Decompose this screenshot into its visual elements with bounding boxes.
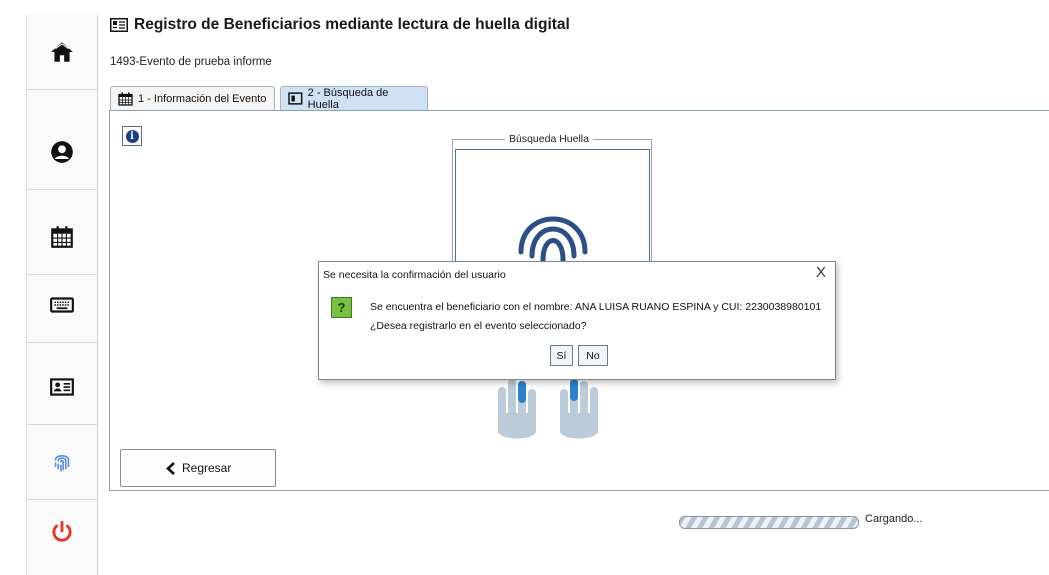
dialog-message-line2: ¿Desea registrarlo en el evento seleccio… bbox=[370, 320, 587, 332]
nav-power-button[interactable] bbox=[27, 495, 97, 569]
nav-fingerprint-button[interactable] bbox=[27, 425, 97, 500]
tab-informacion-evento[interactable]: 1 - Información del Evento bbox=[110, 86, 275, 110]
card-icon bbox=[288, 92, 303, 105]
nav-calendar-button[interactable] bbox=[27, 200, 97, 275]
fingerprint-icon bbox=[54, 454, 70, 472]
no-button[interactable]: No bbox=[578, 345, 608, 366]
power-icon bbox=[52, 520, 72, 542]
chevron-left-icon bbox=[166, 461, 175, 475]
back-button[interactable]: Regresar bbox=[120, 449, 276, 487]
nav-keyboard-button[interactable] bbox=[27, 268, 97, 343]
tab-label: 1 - Información del Evento bbox=[138, 92, 267, 105]
loading-text: Cargando... bbox=[865, 513, 923, 525]
nav-home-button[interactable] bbox=[27, 15, 97, 90]
home-icon bbox=[51, 42, 73, 62]
tab-label: 2 - Búsqueda de Huella bbox=[307, 86, 389, 111]
calendar-icon bbox=[51, 226, 73, 248]
fingerprint-legend: Búsqueda Huella bbox=[505, 133, 593, 145]
event-name: 1493-Evento de prueba informe bbox=[110, 56, 272, 68]
page-title: Registro de Beneficiarios mediante lectu… bbox=[110, 16, 570, 34]
info-button[interactable]: i bbox=[122, 126, 142, 146]
loading-progress-bar bbox=[679, 516, 859, 529]
id-card-icon bbox=[110, 18, 128, 32]
id-card-icon bbox=[50, 378, 74, 396]
hands-icon bbox=[498, 379, 598, 439]
question-icon: ? bbox=[331, 297, 352, 318]
sidebar bbox=[26, 15, 98, 575]
yes-button[interactable]: Sí bbox=[550, 345, 573, 366]
dialog-message-line1: Se encuentra el beneficiario con el nomb… bbox=[370, 301, 822, 313]
dialog-close-button[interactable]: X bbox=[816, 265, 826, 281]
info-icon: i bbox=[125, 129, 139, 143]
dialog-title: Se necesita la confirmación del usuario bbox=[323, 269, 506, 281]
nav-id-card-button[interactable] bbox=[27, 350, 97, 425]
page-title-text: Registro de Beneficiarios mediante lectu… bbox=[134, 16, 570, 33]
calendar-icon bbox=[118, 92, 133, 106]
tab-busqueda-huella[interactable]: 2 - Búsqueda de Huella bbox=[280, 86, 428, 111]
keyboard-icon bbox=[50, 297, 74, 313]
nav-user-button[interactable] bbox=[27, 115, 97, 190]
confirmation-dialog: Se necesita la confirmación del usuario … bbox=[318, 261, 836, 380]
back-button-label: Regresar bbox=[182, 461, 232, 475]
user-icon bbox=[51, 141, 73, 163]
fingerprint-capture-area bbox=[455, 149, 650, 275]
